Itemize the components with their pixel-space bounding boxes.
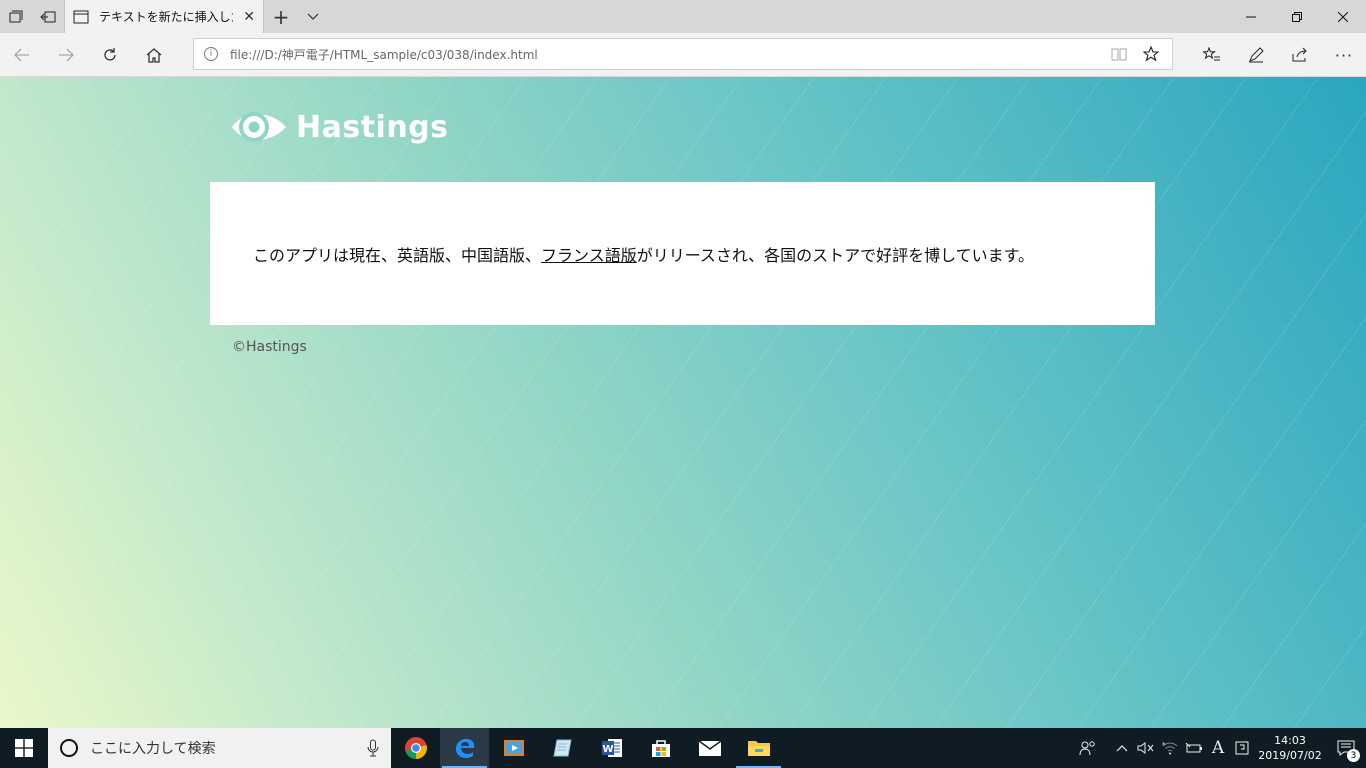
taskbar-app-media[interactable]: [489, 728, 538, 768]
navigation-bar: i file:///D:/神戸電子/HTML_sample/c03/038/in…: [0, 33, 1366, 77]
search-placeholder: ここに入力して検索: [90, 741, 216, 757]
notification-count-badge: 3: [1347, 749, 1360, 762]
taskbar: ここに入力して検索 W * A 14:03 2019/07/02 3: [0, 728, 1366, 768]
reading-view-button[interactable]: [1108, 47, 1130, 61]
volume-muted-icon[interactable]: [1134, 741, 1158, 755]
tab-title: テキストを新たに挿入したこ: [99, 10, 233, 24]
share-button[interactable]: [1278, 33, 1322, 77]
store-icon: [651, 740, 670, 757]
chevron-down-icon: [307, 13, 319, 20]
back-button[interactable]: [0, 33, 44, 77]
forward-arrow-icon: [59, 48, 74, 62]
tab-preview-button[interactable]: [0, 0, 32, 33]
favorites-hub-button[interactable]: [1190, 33, 1234, 77]
forward-button[interactable]: [44, 33, 88, 77]
french-version-link[interactable]: フランス語版: [541, 246, 637, 265]
cortana-icon: [60, 739, 78, 757]
media-player-icon: [503, 740, 524, 756]
taskbar-app-mail[interactable]: [685, 728, 734, 768]
edge-icon: [455, 738, 474, 758]
system-tray: * A 14:03 2019/07/02 3: [1076, 728, 1366, 768]
share-icon: [1292, 47, 1307, 62]
add-favorite-button[interactable]: [1140, 46, 1162, 62]
refresh-button[interactable]: [88, 33, 132, 77]
taskbar-app-chrome[interactable]: [391, 728, 440, 768]
word-icon: W: [601, 739, 622, 757]
restore-button[interactable]: [1274, 0, 1320, 33]
back-arrow-icon: [14, 48, 29, 62]
site-logo: Hastings: [230, 105, 449, 149]
active-tab[interactable]: テキストを新たに挿入したこ ✕: [64, 0, 264, 33]
close-icon: [1338, 11, 1348, 22]
taskbar-app-word[interactable]: W: [587, 728, 636, 768]
mail-icon: [698, 740, 721, 756]
svg-text:*: *: [1162, 741, 1166, 749]
home-icon: [146, 48, 162, 63]
svg-text:W: W: [602, 744, 613, 755]
taskbar-app-store[interactable]: [636, 728, 685, 768]
taskbar-app-notepad[interactable]: [538, 728, 587, 768]
chrome-icon: [404, 737, 427, 759]
taskbar-app-explorer[interactable]: [734, 728, 783, 768]
refresh-icon: [104, 48, 116, 61]
set-tabs-aside-button[interactable]: [32, 0, 64, 33]
paragraph-text-start: このアプリは現在、英語版、中国語版、: [253, 246, 542, 265]
tab-close-icon[interactable]: ✕: [243, 9, 255, 25]
restore-icon: [1292, 11, 1302, 22]
body-paragraph: このアプリは現在、英語版、中国語版、フランス語版がリリースされ、各国のストアで好…: [253, 242, 1034, 266]
notepad-icon: [552, 739, 572, 757]
battery-icon[interactable]: [1182, 741, 1206, 755]
clock-time: 14:03: [1274, 734, 1306, 747]
pen-icon: [1249, 47, 1264, 63]
content-card: このアプリは現在、英語版、中国語版、フランス語版がリリースされ、各国のストアで好…: [210, 182, 1155, 325]
ime-pad-icon[interactable]: [1230, 741, 1254, 755]
eye-logo-icon: [232, 112, 286, 142]
minimize-icon: [1246, 16, 1256, 17]
book-icon: [1111, 48, 1127, 61]
close-window-button[interactable]: [1320, 0, 1366, 33]
taskbar-apps: W: [391, 728, 783, 768]
minimize-button[interactable]: [1228, 0, 1274, 33]
more-button[interactable]: ···: [1322, 33, 1366, 77]
tab-list-button[interactable]: [298, 0, 328, 33]
ime-indicator[interactable]: A: [1206, 738, 1230, 758]
clock-date: 2019/07/02: [1258, 749, 1322, 762]
taskbar-search-box[interactable]: ここに入力して検索: [48, 728, 391, 768]
address-bar[interactable]: i file:///D:/神戸電子/HTML_sample/c03/038/in…: [193, 38, 1173, 70]
folder-icon: [747, 741, 770, 756]
tabs-icon: [9, 10, 23, 22]
tray-chevron-up-icon[interactable]: [1110, 744, 1134, 752]
wifi-icon[interactable]: *: [1158, 741, 1182, 755]
more-icon: ···: [1334, 45, 1354, 65]
site-info-icon[interactable]: i: [204, 47, 218, 61]
action-center-button[interactable]: 3: [1326, 740, 1366, 762]
star-icon: [1143, 46, 1159, 62]
set-aside-icon: [40, 11, 56, 22]
copyright-text: ©Hastings: [232, 339, 307, 355]
microphone-icon[interactable]: [367, 739, 379, 757]
paragraph-text-end: がリリースされ、各国のストアで好評を博しています。: [636, 246, 1034, 265]
favorites-list-icon: [1203, 47, 1220, 61]
page-viewport: Hastings このアプリは現在、英語版、中国語版、フランス語版がリリースされ…: [0, 77, 1366, 728]
taskbar-clock[interactable]: 14:03 2019/07/02: [1254, 733, 1326, 763]
web-note-button[interactable]: [1234, 33, 1278, 77]
logo-wordmark: Hastings: [296, 109, 449, 145]
tab-strip: テキストを新たに挿入したこ ✕ +: [0, 0, 1366, 33]
new-tab-button[interactable]: +: [264, 0, 298, 33]
url-text[interactable]: file:///D:/神戸電子/HTML_sample/c03/038/inde…: [230, 46, 1108, 63]
start-button[interactable]: [0, 728, 48, 768]
windows-logo-icon: [15, 739, 33, 757]
page-icon: [73, 10, 89, 23]
taskbar-app-edge[interactable]: [440, 728, 489, 768]
home-button[interactable]: [132, 33, 176, 77]
people-icon[interactable]: [1076, 740, 1100, 756]
